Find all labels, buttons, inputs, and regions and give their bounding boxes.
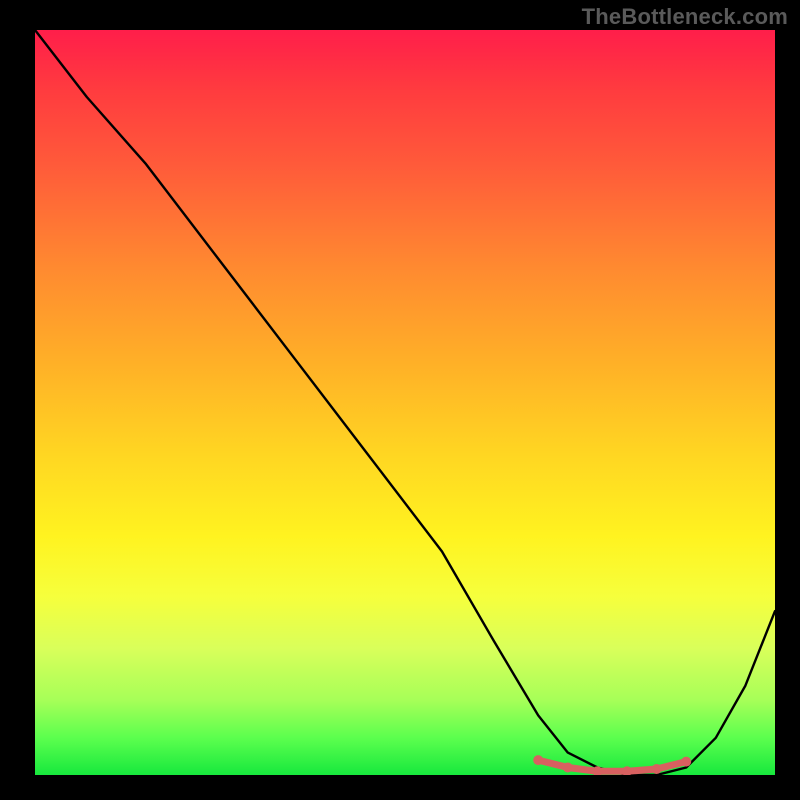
plot-area (35, 30, 775, 775)
curve-layer (35, 30, 775, 775)
bottom-highlight (538, 760, 686, 771)
bottleneck-curve (35, 30, 775, 775)
highlight-dot (533, 755, 543, 765)
highlight-dot (652, 764, 662, 774)
watermark-text: TheBottleneck.com (582, 4, 788, 30)
highlight-dot (563, 763, 573, 773)
highlight-dot (681, 757, 691, 767)
chart-container: TheBottleneck.com (0, 0, 800, 800)
